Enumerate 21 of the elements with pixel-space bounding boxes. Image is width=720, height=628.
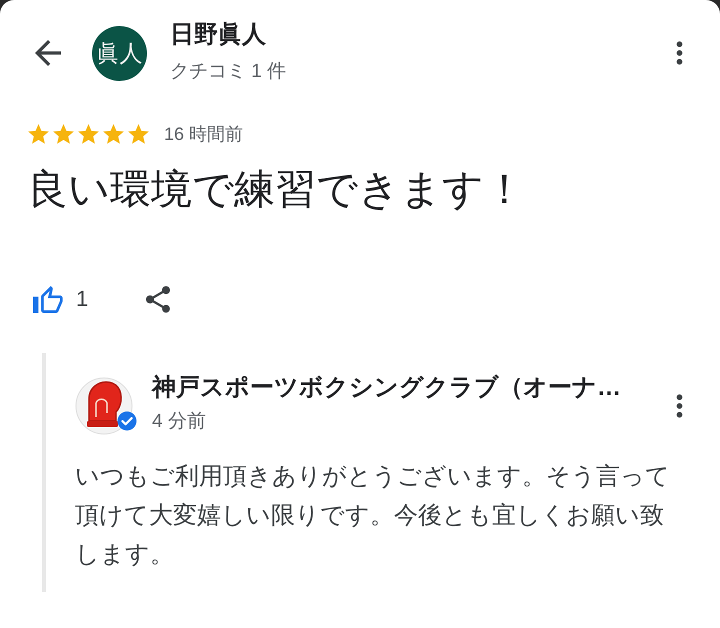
review-time: 16 時間前 [164,123,244,146]
star-icon [103,124,124,144]
review-count: クチコミ 1 件 [170,60,286,84]
star-icon [53,124,74,144]
reviewer-name: 日野眞人 [170,20,267,50]
share-icon [146,286,170,312]
review-text: 良い環境で練習できます！ [26,165,525,214]
reply-text: いつもご利用頂きありがとうございます。そう言って頂けて大変嬉しい限りです。今後とも宜しくお願い致します。 [75,462,671,570]
owner-name: 神戸スポーツボクシングクラブ（オーナ… [152,373,621,403]
star-icon [28,124,49,144]
share-button[interactable] [145,284,172,314]
boxing-glove-logo-icon [75,377,133,435]
star-icon [78,124,99,144]
back-arrow-icon [35,40,61,66]
more-vertical-icon [676,394,682,418]
like-button[interactable]: 1 [33,286,88,312]
more-vertical-icon [676,41,682,65]
back-button[interactable] [33,38,63,68]
star-icon [128,124,149,144]
reply-time: 4 分前 [152,410,206,434]
reviewer-avatar: 眞人 [92,26,147,80]
